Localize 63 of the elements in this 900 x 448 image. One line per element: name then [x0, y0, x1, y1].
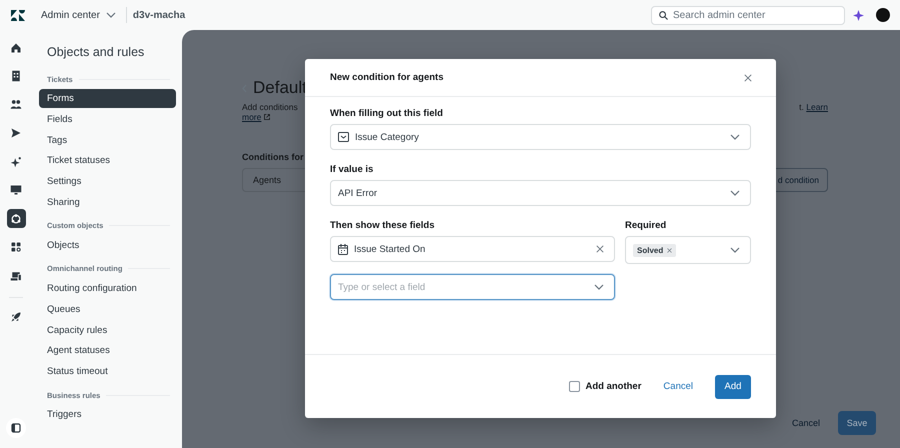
checkbox-label[interactable]: Add another	[585, 381, 642, 392]
sidebar-item[interactable]: Objects	[39, 236, 176, 255]
search-field[interactable]: Search admin center	[651, 6, 845, 24]
field-label: Required	[625, 220, 668, 231]
sparkle-icon	[10, 156, 22, 168]
sidebar-item[interactable]: Agent statuses	[39, 341, 176, 360]
clear-icon[interactable]	[596, 245, 604, 253]
logo-icon[interactable]	[11, 10, 25, 20]
sidebar-item[interactable]: Capacity rules	[39, 320, 176, 340]
chevron-down-icon	[730, 247, 740, 253]
rocket-icon	[10, 311, 22, 323]
objects-icon	[10, 212, 22, 224]
chevron-down-icon	[730, 190, 740, 196]
panel-icon	[11, 423, 21, 433]
sparkle-icon[interactable]	[853, 10, 864, 20]
product-switcher[interactable]: Admin center	[41, 10, 116, 20]
sidebar-item[interactable]: Routing configuration	[39, 278, 176, 298]
sidebar-item[interactable]: Ticket statuses	[39, 151, 176, 170]
page-heading: Default	[253, 78, 307, 98]
panel-toggle-button[interactable]	[6, 418, 26, 438]
required-select[interactable]: Solved	[625, 236, 751, 264]
save-button[interactable]: Save	[838, 411, 876, 435]
account-name: d3v-macha	[132, 10, 186, 20]
checkbox[interactable]	[569, 381, 580, 392]
field-label: Then show these fields	[330, 220, 436, 231]
chevron-down-icon	[106, 12, 116, 18]
sidebar-item[interactable]: Settings	[39, 172, 176, 192]
external-link-icon	[264, 114, 270, 120]
send-icon	[10, 127, 22, 139]
field-label: When filling out this field	[330, 108, 444, 119]
sidebar-item[interactable]: Triggers	[39, 405, 176, 424]
value-select[interactable]: API Error	[330, 180, 751, 206]
close-icon[interactable]	[744, 74, 752, 82]
search-icon	[659, 10, 668, 20]
dropdown-field-icon	[338, 132, 349, 142]
monitor-icon	[10, 184, 22, 196]
sidebar-item[interactable]: Forms	[39, 89, 176, 108]
remove-icon[interactable]	[667, 248, 672, 252]
routing-icon	[10, 270, 22, 282]
add-button[interactable]: Add	[715, 374, 751, 398]
status-tag[interactable]: Solved	[633, 244, 676, 256]
home-icon	[10, 42, 22, 54]
page-description: Add conditions	[242, 102, 298, 112]
calendar-icon	[338, 244, 348, 254]
sidebar-item[interactable]: Sharing	[39, 192, 176, 212]
sidebar-item[interactable]: Queues	[39, 300, 176, 319]
field-select[interactable]: Issue Category	[330, 124, 751, 150]
chevron-down-icon	[594, 284, 604, 290]
sidebar-item[interactable]: Status timeout	[39, 362, 176, 382]
cancel-button[interactable]: Cancel	[663, 381, 693, 392]
objects-nav-button[interactable]	[6, 209, 26, 228]
avatar[interactable]	[876, 8, 890, 22]
sidebar-item[interactable]: Fields	[39, 110, 176, 129]
sidebar-title: Objects and rules	[47, 44, 146, 60]
building-icon	[10, 70, 22, 82]
conditions-label: Conditions for	[242, 152, 304, 162]
page-description: t.	[799, 102, 804, 112]
people-icon	[10, 98, 22, 110]
sidebar-item[interactable]: Tags	[39, 130, 176, 150]
modal-title: New condition for agents	[330, 72, 444, 83]
shown-field-select[interactable]: Issue Started On	[330, 236, 615, 262]
apps-icon	[10, 241, 22, 253]
chevron-down-icon	[730, 134, 740, 140]
